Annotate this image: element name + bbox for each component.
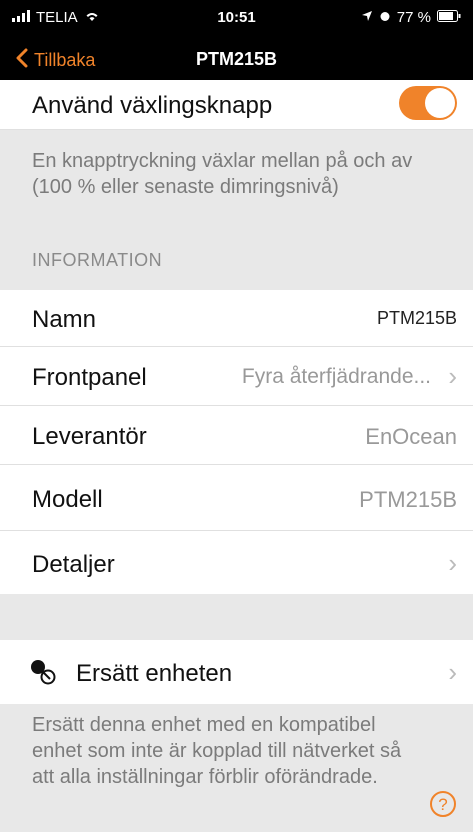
status-right: 77 %	[361, 9, 461, 26]
toggle-knob	[425, 88, 455, 118]
toggle-row: Använd växlingsknapp	[0, 80, 473, 130]
replace-device-label: Ersätt enheten	[76, 660, 233, 687]
info-row-frontpanel[interactable]: Frontpanel Fyra återfjädrande... ›	[0, 347, 473, 406]
chevron-right-icon: ›	[448, 548, 457, 578]
row-value: PTM215B	[359, 487, 457, 512]
replace-device-icon	[30, 658, 58, 691]
row-label: Leverantör	[32, 423, 147, 450]
row-value: Fyra återfjädrande...	[241, 365, 431, 388]
chevron-right-icon: ›	[448, 361, 457, 391]
row-value: PTM215B	[376, 308, 457, 328]
row-value: EnOcean	[365, 424, 457, 449]
help-icon[interactable]: ?	[429, 790, 457, 823]
row-label: Frontpanel	[32, 364, 147, 391]
status-bar: TELIA 10:51 77 %	[0, 0, 473, 40]
row-label: Modell	[32, 486, 103, 513]
chevron-right-icon: ›	[448, 657, 457, 687]
toggle-label: Använd växlingsknapp	[32, 92, 273, 119]
row-label: Detaljer	[32, 551, 115, 578]
info-row-name: Namn PTM215B	[0, 290, 473, 347]
alarm-icon	[379, 9, 391, 26]
section-header: INFORMATION	[32, 250, 163, 270]
navigation-bar: Tillbaka PTM215B	[0, 40, 473, 80]
replace-device-note: Ersätt denna enhet med en kompatibel enh…	[32, 714, 402, 788]
svg-text:?: ?	[438, 795, 447, 814]
battery-icon	[437, 9, 461, 26]
info-row-vendor: Leverantör EnOcean	[0, 406, 473, 465]
row-label: Namn	[32, 306, 97, 333]
toggle-note: En knapptryckning växlar mellan på och a…	[32, 150, 413, 198]
info-row-details[interactable]: Detaljer ›	[0, 531, 473, 594]
replace-device-row[interactable]: Ersätt enheten ›	[0, 640, 473, 704]
location-icon	[361, 9, 373, 26]
battery-percent: 77 %	[396, 9, 431, 26]
toggle-switch[interactable]	[399, 86, 457, 120]
info-row-model: Modell PTM215B	[0, 465, 473, 531]
page-title: PTM215B	[195, 49, 278, 69]
